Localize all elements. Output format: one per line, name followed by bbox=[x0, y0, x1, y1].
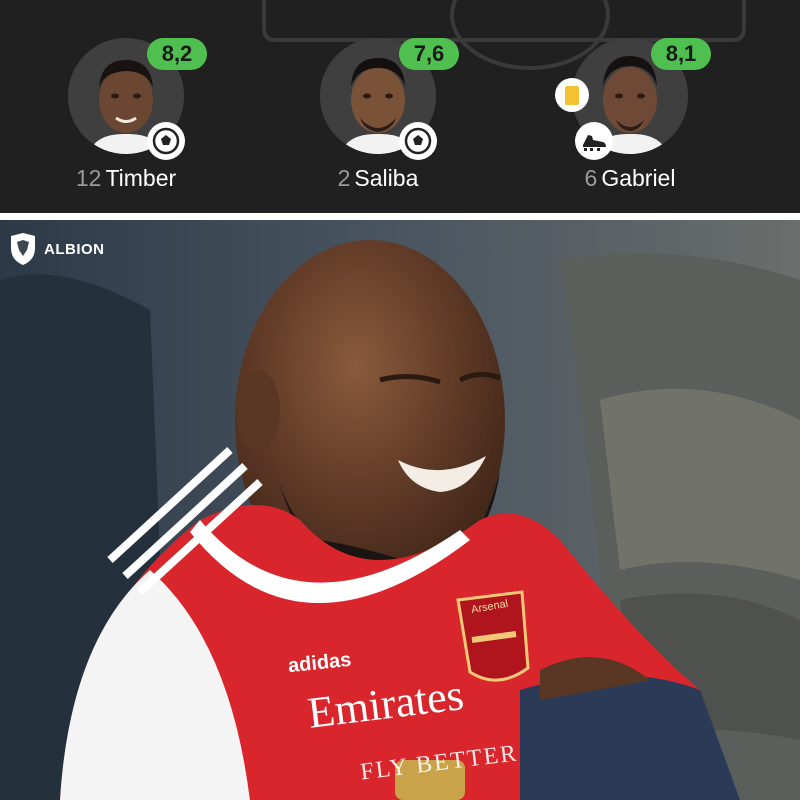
player-name-label: 2 Saliba bbox=[293, 165, 463, 192]
rating-badge: 8,2 bbox=[147, 38, 207, 70]
player-number: 12 bbox=[75, 165, 102, 191]
meme-photo: ALBION adidas Arsenal Emirates FLY BETTE… bbox=[0, 220, 800, 800]
player-name: Timber bbox=[105, 165, 177, 191]
divider bbox=[0, 213, 800, 220]
player-card-gabriel[interactable]: 8,1 6 Gabriel bbox=[545, 38, 715, 198]
player-name-label: 6 Gabriel bbox=[545, 165, 715, 192]
football-icon bbox=[147, 122, 185, 160]
watermark-text: ALBION bbox=[44, 240, 105, 258]
yellow-card-icon bbox=[555, 78, 589, 112]
albion-watermark: ALBION bbox=[8, 232, 105, 266]
player-name-label: 12 Timber bbox=[41, 165, 211, 192]
match-ratings-panel: 8,2 12 Timber 7,6 2 Saliba 8,1 6 Gabriel bbox=[0, 0, 800, 213]
player-number: 6 bbox=[584, 165, 598, 191]
player-number: 2 bbox=[337, 165, 351, 191]
rating-badge: 8,1 bbox=[651, 38, 711, 70]
lion-shield-icon bbox=[11, 233, 35, 265]
boot-icon bbox=[575, 122, 613, 160]
player-card-saliba[interactable]: 7,6 2 Saliba bbox=[293, 38, 463, 198]
player-name: Gabriel bbox=[601, 165, 676, 191]
player-card-timber[interactable]: 8,2 12 Timber bbox=[41, 38, 211, 198]
player-name: Saliba bbox=[354, 165, 419, 191]
football-icon bbox=[399, 122, 437, 160]
rating-badge: 7,6 bbox=[399, 38, 459, 70]
